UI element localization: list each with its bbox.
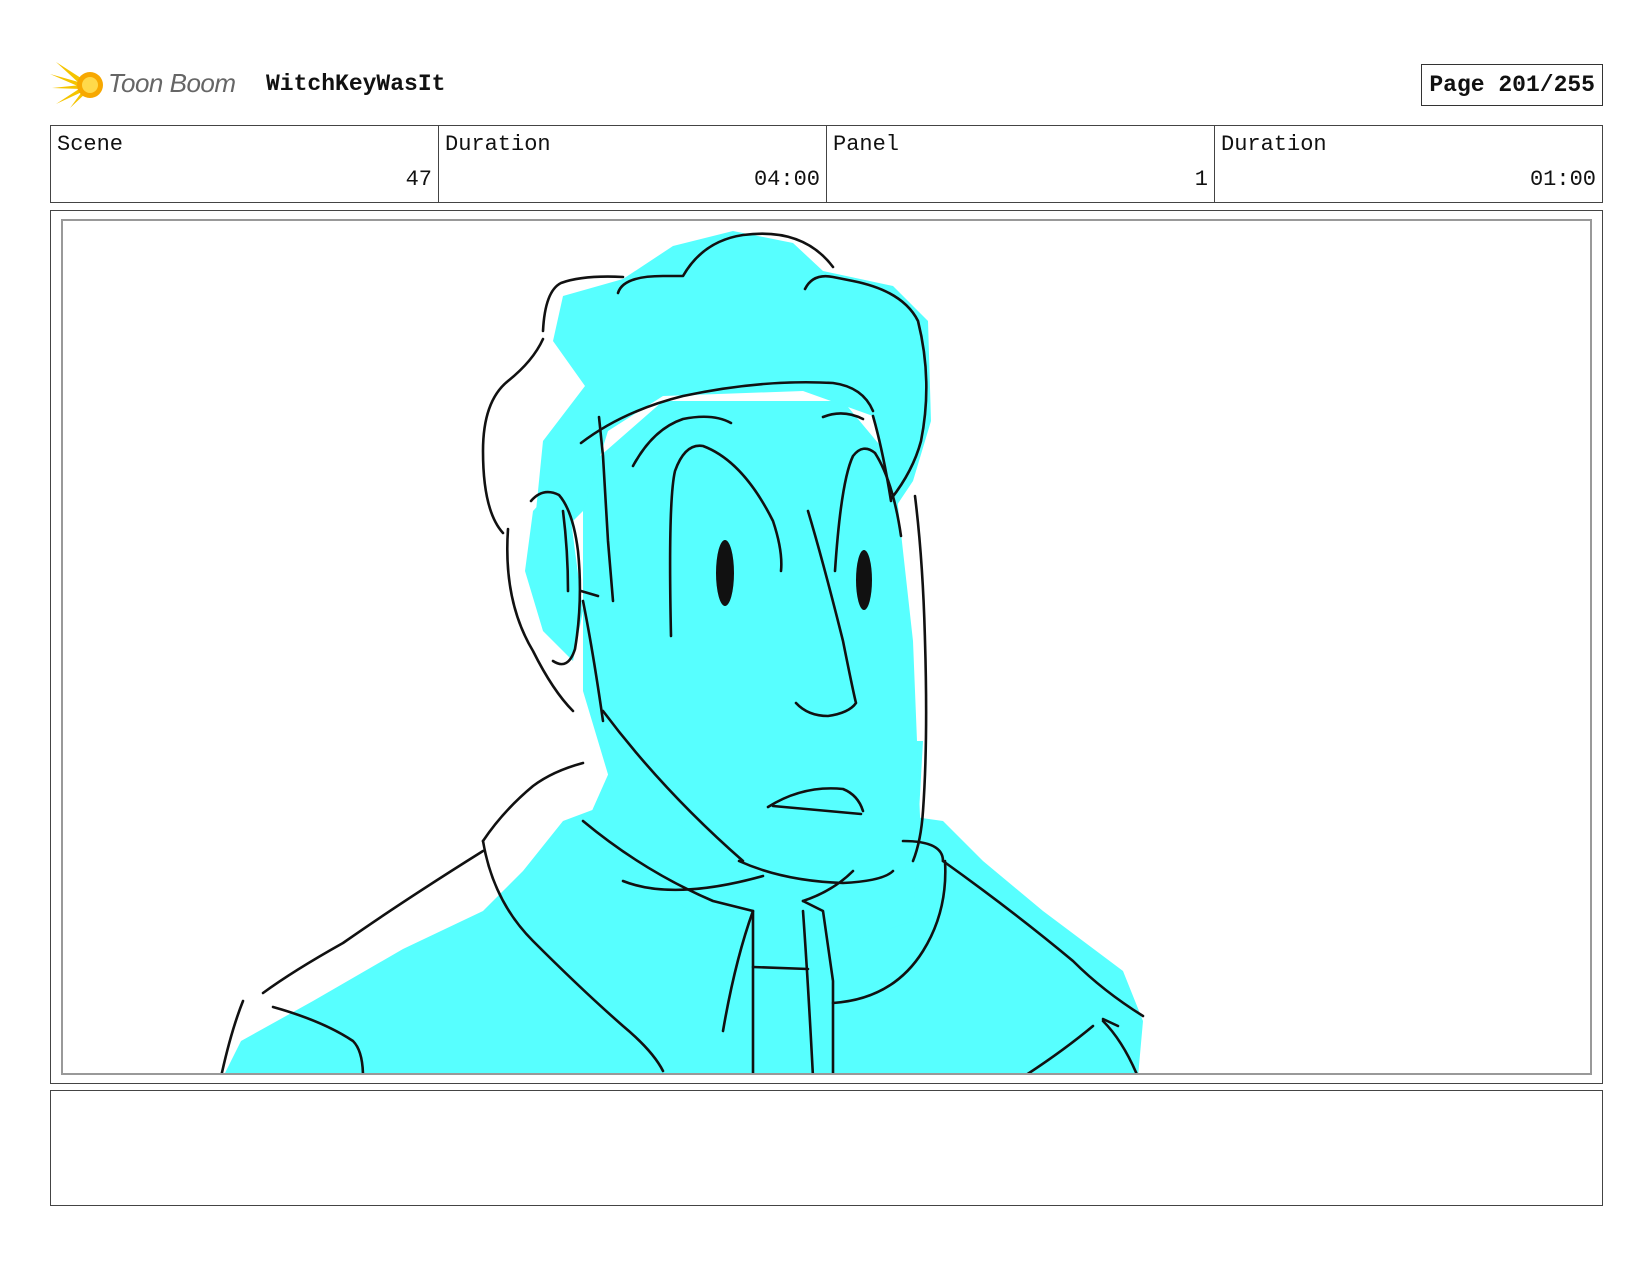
storyboard-panel [50,210,1603,1084]
panel-image-area [61,219,1592,1075]
character-sketch [220,231,1145,1073]
notes-area [50,1090,1603,1206]
scene-duration-value: 04:00 [753,167,820,192]
panel-cell: Panel 1 [827,126,1215,202]
toon-boom-logo: Toon Boom [50,58,250,110]
scene-duration-label: Duration [445,132,551,157]
project-title: WitchKeyWasIt [266,71,446,97]
scene-info-row: Scene 47 Duration 04:00 Panel 1 Duration… [50,125,1603,203]
scene-duration-cell: Duration 04:00 [439,126,827,202]
scene-value: 47 [405,167,432,192]
panel-duration-cell: Duration 01:00 [1215,126,1602,202]
left-eye [716,540,734,606]
panel-duration-label: Duration [1221,132,1327,157]
logo-text: Toon Boom [108,68,236,98]
panel-value: 1 [1194,167,1208,192]
scene-label: Scene [57,132,124,157]
panel-label: Panel [833,132,900,157]
page-header: Toon Boom WitchKeyWasIt Page 201/255 [50,56,1603,112]
starburst-icon [50,62,103,108]
right-eye [856,550,872,610]
page-indicator: Page 201/255 [1421,64,1603,106]
panel-duration-value: 01:00 [1529,167,1596,192]
scene-cell: Scene 47 [51,126,439,202]
